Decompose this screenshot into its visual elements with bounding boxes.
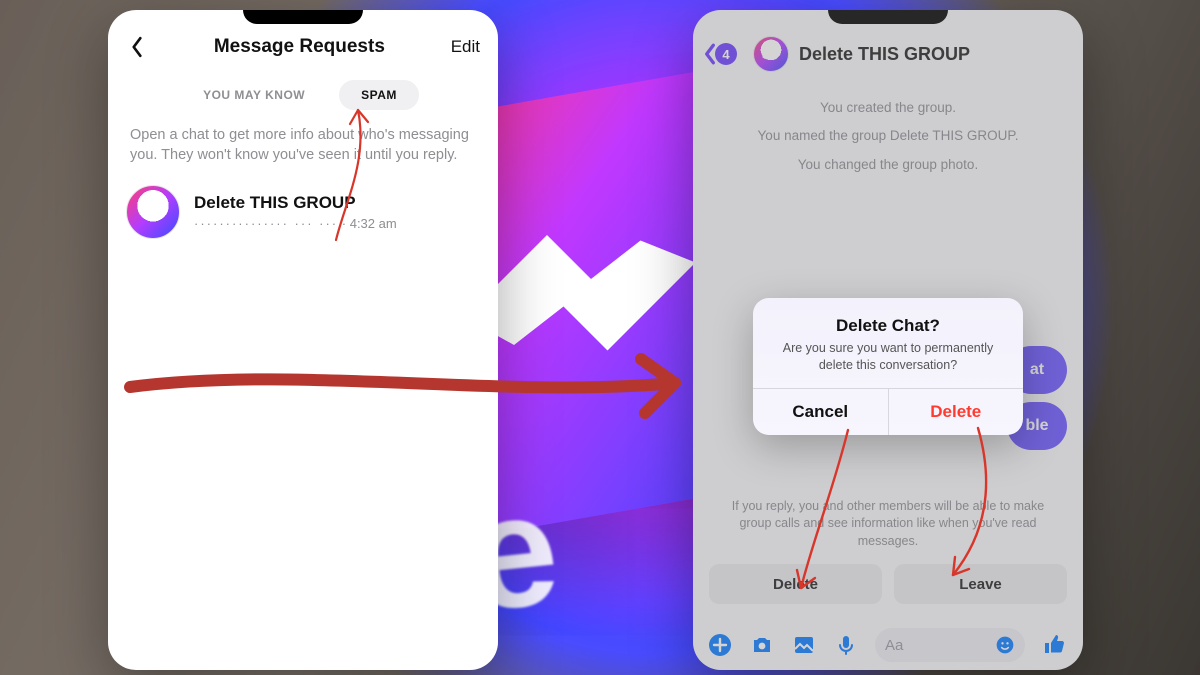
message-input[interactable]: Aa <box>875 628 1025 662</box>
leave-button[interactable]: Leave <box>894 564 1067 604</box>
system-line: You named the group Delete THIS GROUP. <box>733 122 1043 150</box>
screenshot-delete-chat-dialog: 4 Delete THIS GROUP You created the grou… <box>693 10 1083 670</box>
thread-avatar <box>126 185 180 239</box>
requests-tabs: YOU MAY KNOW SPAM <box>108 64 498 124</box>
delete-button[interactable]: Delete <box>709 564 882 604</box>
gallery-icon[interactable] <box>791 632 817 658</box>
unread-badge: 4 <box>715 43 737 65</box>
device-notch <box>828 10 948 24</box>
system-line: You changed the group photo. <box>733 151 1043 179</box>
chat-title[interactable]: Delete THIS GROUP <box>799 44 970 65</box>
chat-avatar[interactable] <box>753 36 789 72</box>
delete-chat-alert: Delete Chat? Are you sure you want to pe… <box>753 298 1023 435</box>
page-title: Message Requests <box>214 36 385 58</box>
messenger-icon <box>759 42 783 66</box>
like-icon[interactable] <box>1041 631 1069 659</box>
tab-spam[interactable]: SPAM <box>339 80 419 110</box>
spam-info-text: Open a chat to get more info about who's… <box>108 124 498 175</box>
system-line: You created the group. <box>733 94 1043 122</box>
alert-title: Delete Chat? <box>771 316 1005 336</box>
back-button[interactable] <box>126 36 148 58</box>
add-icon[interactable] <box>707 632 733 658</box>
device-notch <box>243 10 363 24</box>
edit-button[interactable]: Edit <box>451 37 480 57</box>
message-placeholder: Aa <box>885 637 903 654</box>
thread-title: Delete THIS GROUP <box>194 193 480 213</box>
back-button[interactable]: 4 <box>703 43 737 65</box>
camera-icon[interactable] <box>749 632 775 658</box>
screenshot-message-requests: Message Requests Edit YOU MAY KNOW SPAM … <box>108 10 498 670</box>
alert-message: Are you sure you want to permanently del… <box>771 340 1005 374</box>
alert-delete-button[interactable]: Delete <box>889 389 1024 435</box>
composer-bar: Aa <box>693 628 1083 662</box>
messenger-icon <box>141 200 165 224</box>
system-messages: You created the group. You named the gro… <box>693 80 1083 187</box>
emoji-icon[interactable] <box>995 635 1015 655</box>
spam-thread-row[interactable]: Delete THIS GROUP ··············· ··· ··… <box>108 175 498 249</box>
alert-cancel-button[interactable]: Cancel <box>753 389 889 435</box>
reply-privacy-note: If you reply, you and other members will… <box>717 498 1059 551</box>
microphone-icon[interactable] <box>833 632 859 658</box>
thread-subtitle: ··············· ··· ··· · 4:32 am <box>194 216 480 231</box>
tab-you-may-know[interactable]: YOU MAY KNOW <box>187 80 321 110</box>
